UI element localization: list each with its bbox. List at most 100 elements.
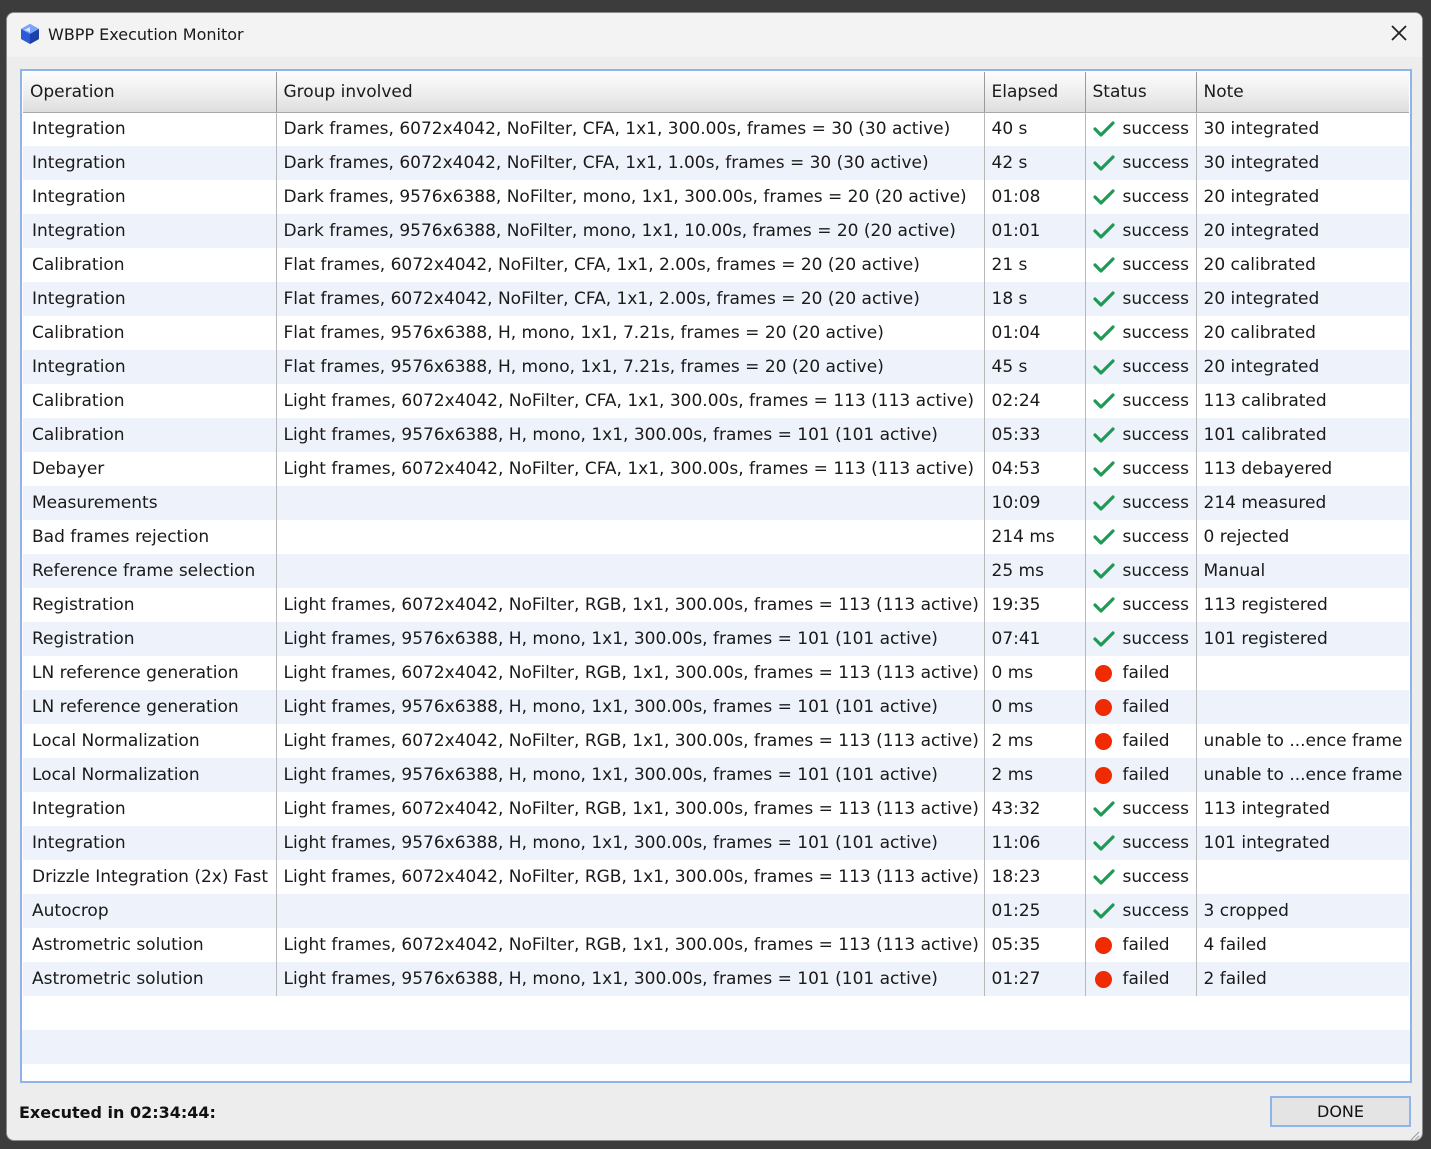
cell-status: success bbox=[1085, 486, 1197, 520]
cell-status: success bbox=[1085, 112, 1197, 146]
cell-elapsed: 21 s bbox=[984, 248, 1086, 282]
table-row[interactable]: Integration Flat frames, 9576x6388, H, mo… bbox=[23, 350, 1409, 384]
status-label: success bbox=[1122, 153, 1190, 173]
cell-status: failed bbox=[1085, 962, 1197, 996]
table-row[interactable]: Reference frame selection 25 ms success Man… bbox=[23, 554, 1409, 588]
table-row[interactable]: Debayer Light frames, 6072x4042, NoFilter… bbox=[23, 452, 1409, 486]
cell-note: 30 integrated bbox=[1196, 112, 1409, 146]
cell-status: failed bbox=[1085, 724, 1197, 758]
cell-elapsed: 19:35 bbox=[984, 588, 1086, 622]
status-label: failed bbox=[1122, 969, 1170, 989]
table-row[interactable]: Registration Light frames, 9576x6388, H, … bbox=[23, 622, 1409, 656]
table-row[interactable]: Bad frames rejection 214 ms success 0 rejec… bbox=[23, 520, 1409, 554]
table-row[interactable]: Drizzle Integration (2x) Fast Light frame… bbox=[23, 860, 1409, 894]
cell-group: Light frames, 6072x4042, NoFilter, RGB, … bbox=[276, 588, 985, 622]
status-label: success bbox=[1122, 459, 1190, 479]
table-row[interactable]: Calibration Flat frames, 9576x6388, H, mo… bbox=[23, 316, 1409, 350]
red-dot-icon bbox=[1093, 936, 1115, 954]
cell-group: Light frames, 6072x4042, NoFilter, RGB, … bbox=[276, 792, 985, 826]
cell-elapsed: 18:23 bbox=[984, 860, 1086, 894]
column-header-operation[interactable]: Operation bbox=[23, 72, 277, 113]
cell-note: 214 measured bbox=[1196, 486, 1409, 520]
cell-operation: Integration bbox=[23, 180, 277, 214]
cell-note: 101 integrated bbox=[1196, 826, 1409, 860]
check-icon bbox=[1092, 528, 1115, 546]
cell-elapsed: 40 s bbox=[984, 112, 1086, 146]
cell-elapsed: 04:53 bbox=[984, 452, 1086, 486]
table-row[interactable]: Autocrop 01:25 success 3 cropped bbox=[23, 894, 1409, 928]
table-row[interactable]: Astrometric solution Light frames, 9576x6… bbox=[23, 962, 1409, 996]
cell-group: Light frames, 6072x4042, NoFilter, RGB, … bbox=[276, 928, 985, 962]
column-header-status[interactable]: Status bbox=[1085, 72, 1197, 113]
table-row[interactable]: Integration Dark frames, 6072x4042, NoFil… bbox=[23, 146, 1409, 180]
table-row[interactable]: Integration Dark frames, 9576x6388, NoFil… bbox=[23, 180, 1409, 214]
cell-elapsed: 18 s bbox=[984, 282, 1086, 316]
cell-status: success bbox=[1085, 622, 1197, 656]
table-row[interactable]: Local Normalization Light frames, 6072x40… bbox=[23, 724, 1409, 758]
check-icon bbox=[1092, 460, 1115, 478]
check-icon bbox=[1092, 630, 1115, 648]
cell-status: success bbox=[1085, 520, 1197, 554]
empty-row bbox=[22, 996, 1410, 1030]
cell-group: Light frames, 6072x4042, NoFilter, RGB, … bbox=[276, 860, 985, 894]
table-row[interactable]: Measurements 10:09 success 214 measured bbox=[23, 486, 1409, 520]
cell-status: failed bbox=[1085, 928, 1197, 962]
cell-group: Light frames, 6072x4042, NoFilter, CFA, … bbox=[276, 452, 985, 486]
table-row[interactable]: Integration Light frames, 6072x4042, NoFi… bbox=[23, 792, 1409, 826]
cell-group: Dark frames, 9576x6388, NoFilter, mono, … bbox=[276, 180, 985, 214]
status-label: failed bbox=[1122, 731, 1170, 751]
column-header-elapsed[interactable]: Elapsed bbox=[984, 72, 1086, 113]
cell-group: Light frames, 9576x6388, H, mono, 1x1, 3… bbox=[276, 962, 985, 996]
close-button[interactable] bbox=[1376, 13, 1422, 57]
table-row[interactable]: Calibration Light frames, 9576x6388, H, m… bbox=[23, 418, 1409, 452]
cell-note: 20 integrated bbox=[1196, 214, 1409, 248]
cell-elapsed: 02:24 bbox=[984, 384, 1086, 418]
cell-note: 20 integrated bbox=[1196, 350, 1409, 384]
cell-elapsed: 05:33 bbox=[984, 418, 1086, 452]
check-icon bbox=[1092, 392, 1115, 410]
cell-elapsed: 214 ms bbox=[984, 520, 1086, 554]
cell-group: Light frames, 6072x4042, NoFilter, CFA, … bbox=[276, 384, 985, 418]
cell-group: Flat frames, 9576x6388, H, mono, 1x1, 7.… bbox=[276, 316, 985, 350]
table-row[interactable]: Registration Light frames, 6072x4042, NoF… bbox=[23, 588, 1409, 622]
check-icon bbox=[1092, 868, 1115, 886]
cell-status: success bbox=[1085, 384, 1197, 418]
table-row[interactable]: Integration Flat frames, 6072x4042, NoFil… bbox=[23, 282, 1409, 316]
wbpp-app-icon bbox=[20, 23, 40, 45]
column-header-note[interactable]: Note bbox=[1196, 72, 1409, 113]
cell-group bbox=[276, 520, 985, 554]
cell-status: success bbox=[1085, 894, 1197, 928]
table-row[interactable]: Integration Dark frames, 9576x6388, NoFil… bbox=[23, 214, 1409, 248]
table-row[interactable]: LN reference generation Light frames, 607… bbox=[23, 656, 1409, 690]
table-row[interactable]: Astrometric solution Light frames, 6072x4… bbox=[23, 928, 1409, 962]
cell-note: 101 registered bbox=[1196, 622, 1409, 656]
cell-operation: Local Normalization bbox=[23, 758, 277, 792]
cell-operation: Registration bbox=[23, 588, 277, 622]
cell-status: success bbox=[1085, 588, 1197, 622]
check-icon bbox=[1092, 902, 1115, 920]
cell-note: 113 calibrated bbox=[1196, 384, 1409, 418]
column-header-group[interactable]: Group involved bbox=[276, 72, 985, 113]
check-icon bbox=[1092, 596, 1115, 614]
cell-note bbox=[1196, 860, 1409, 894]
cell-group: Light frames, 9576x6388, H, mono, 1x1, 3… bbox=[276, 418, 985, 452]
execution-monitor-window: WBPP Execution Monitor Operation Group i… bbox=[6, 12, 1423, 1141]
resize-grip-icon[interactable] bbox=[1408, 1126, 1420, 1140]
table-row[interactable]: Calibration Light frames, 6072x4042, NoFi… bbox=[23, 384, 1409, 418]
cell-status: success bbox=[1085, 146, 1197, 180]
cell-note: 20 integrated bbox=[1196, 282, 1409, 316]
cell-operation: Integration bbox=[23, 826, 277, 860]
status-label: success bbox=[1122, 799, 1190, 819]
table-row[interactable]: Integration Dark frames, 6072x4042, NoFil… bbox=[23, 112, 1409, 146]
table-row[interactable]: Integration Light frames, 9576x6388, H, m… bbox=[23, 826, 1409, 860]
table-row[interactable]: LN reference generation Light frames, 957… bbox=[23, 690, 1409, 724]
title-bar: WBPP Execution Monitor bbox=[7, 13, 1422, 57]
status-label: success bbox=[1122, 493, 1190, 513]
cell-elapsed: 01:08 bbox=[984, 180, 1086, 214]
table-row[interactable]: Calibration Flat frames, 6072x4042, NoFil… bbox=[23, 248, 1409, 282]
table-row[interactable]: Local Normalization Light frames, 9576x63… bbox=[23, 758, 1409, 792]
check-icon bbox=[1092, 120, 1115, 138]
cell-operation: Reference frame selection bbox=[23, 554, 277, 588]
done-button[interactable]: DONE bbox=[1270, 1096, 1411, 1127]
check-icon bbox=[1092, 154, 1115, 172]
